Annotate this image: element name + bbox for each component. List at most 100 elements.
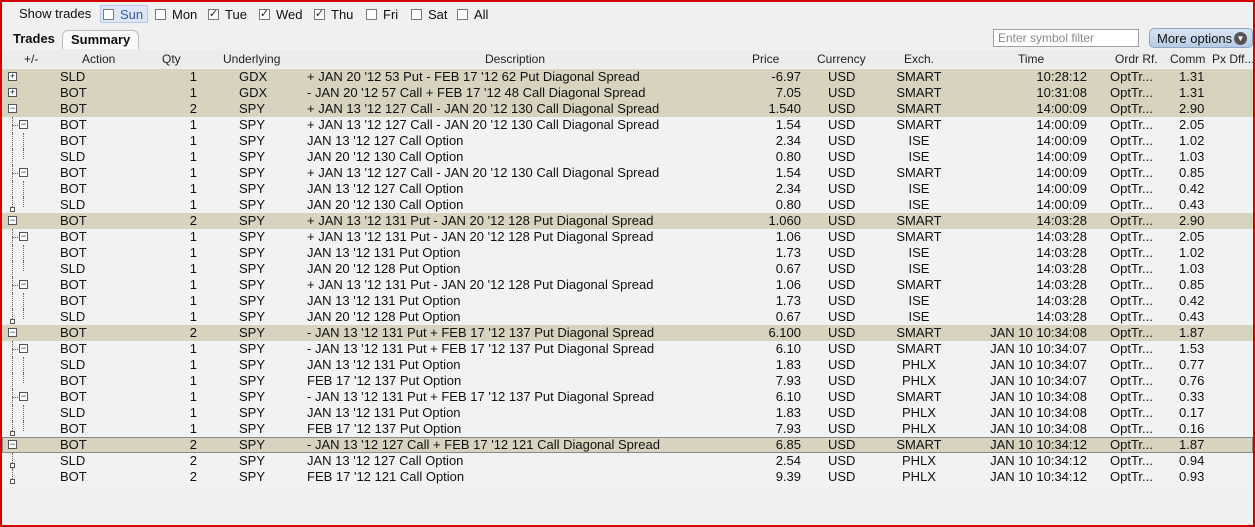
table-row[interactable]: SLD 1 SPY JAN 13 '12 131 Put Option 1.83 USD P…: [2, 405, 1253, 421]
checkbox-empty-icon[interactable]: [457, 8, 468, 20]
collapse-icon[interactable]: −: [8, 328, 17, 337]
cell-cur: USD: [828, 213, 856, 228]
table-row[interactable]: − BOT 1 SPY - JAN 13 '12 131 Put + FEB 17 '1…: [2, 389, 1253, 405]
day-checkbox-tue[interactable]: ✓ Tue: [208, 6, 247, 22]
cell-comm: 2.90: [1179, 101, 1205, 116]
cell-ordr: OptTr...: [1110, 453, 1153, 468]
cell-price: 0.80: [775, 197, 801, 212]
table-row[interactable]: BOT 1 SPY FEB 17 '12 137 Put Option 7.93 USD P…: [2, 421, 1253, 437]
column-header[interactable]: Currency: [817, 52, 866, 66]
table-row[interactable]: BOT 1 SPY JAN 13 '12 127 Call Option 2.34 USD…: [2, 133, 1253, 149]
column-header[interactable]: Description: [485, 52, 545, 66]
table-row[interactable]: − BOT 2 SPY - JAN 13 '12 127 Call + FEB 17 '…: [2, 437, 1253, 453]
cell-und: SPY: [239, 421, 266, 436]
day-checkbox-sat[interactable]: Sat: [411, 6, 448, 22]
checkbox-empty-icon[interactable]: [366, 8, 377, 20]
day-checkbox-mon[interactable]: Mon: [155, 6, 197, 22]
table-row[interactable]: + BOT 1 GDX - JAN 20 '12 57 Call + FEB 17 '1…: [2, 85, 1253, 101]
day-checkbox-sun[interactable]: Sun: [100, 5, 149, 23]
column-header[interactable]: Action: [82, 52, 115, 66]
cell-ordr: OptTr...: [1110, 293, 1153, 308]
cell-qty: 2: [189, 213, 197, 228]
day-checkbox-thu[interactable]: ✓ Thu: [314, 6, 353, 22]
table-row[interactable]: SLD 2 SPY JAN 13 '12 127 Call Option 2.54 USD…: [2, 453, 1253, 469]
cell-ordr: OptTr...: [1110, 389, 1153, 404]
collapse-icon[interactable]: −: [19, 168, 28, 177]
symbol-filter-input[interactable]: [993, 29, 1139, 47]
table-row[interactable]: − BOT 2 SPY + JAN 13 '12 127 Call - JAN 20 '…: [2, 101, 1253, 117]
column-header[interactable]: Price: [752, 52, 779, 66]
table-row[interactable]: − BOT 1 SPY + JAN 13 '12 131 Put - JAN 20 '1…: [2, 229, 1253, 245]
expand-icon[interactable]: +: [8, 72, 17, 81]
cell-comm: 0.94: [1179, 453, 1205, 468]
cell-ordr: OptTr...: [1110, 181, 1153, 196]
cell-qty: 1: [189, 357, 197, 372]
cell-exch: ISE: [908, 197, 930, 212]
collapse-icon[interactable]: −: [19, 344, 28, 353]
collapse-icon[interactable]: −: [8, 104, 17, 113]
table-row[interactable]: BOT 1 SPY FEB 17 '12 137 Put Option 7.93 USD P…: [2, 373, 1253, 389]
cell-action: BOT: [60, 341, 87, 356]
cell-price: 1.54: [775, 117, 801, 132]
checkmark-icon[interactable]: ✓: [314, 8, 325, 20]
table-row[interactable]: BOT 1 SPY JAN 13 '12 127 Call Option 2.34 USD…: [2, 181, 1253, 197]
collapse-icon[interactable]: −: [8, 216, 17, 225]
table-row[interactable]: BOT 1 SPY JAN 13 '12 131 Put Option 1.73 USD I…: [2, 245, 1253, 261]
table-row[interactable]: SLD 1 SPY JAN 20 '12 128 Put Option 0.67 USD I…: [2, 261, 1253, 277]
tab-summary[interactable]: Summary: [62, 30, 140, 49]
table-row[interactable]: SLD 1 SPY JAN 13 '12 131 Put Option 1.83 USD P…: [2, 357, 1253, 373]
cell-cur: USD: [828, 309, 856, 324]
table-row[interactable]: − BOT 1 SPY + JAN 13 '12 127 Call - JAN 20 '…: [2, 165, 1253, 181]
tab-trades[interactable]: Trades: [8, 30, 60, 48]
column-header[interactable]: Qty: [162, 52, 181, 66]
cell-exch: SMART: [896, 213, 942, 228]
tree-line: [23, 405, 24, 421]
checkmark-icon[interactable]: ✓: [208, 8, 219, 20]
table-row[interactable]: BOT 1 SPY JAN 13 '12 131 Put Option 1.73 USD I…: [2, 293, 1253, 309]
column-header[interactable]: Time: [1018, 52, 1044, 66]
table-row[interactable]: − BOT 2 SPY + JAN 13 '12 131 Put - JAN 20 '1…: [2, 213, 1253, 229]
collapse-icon[interactable]: −: [19, 280, 28, 289]
table-row[interactable]: − BOT 1 SPY + JAN 13 '12 127 Call - JAN 20 '…: [2, 117, 1253, 133]
table-row[interactable]: SLD 1 SPY JAN 20 '12 130 Call Option 0.80 USD…: [2, 149, 1253, 165]
column-header[interactable]: Exch.: [904, 52, 934, 66]
column-header[interactable]: Comm: [1170, 52, 1205, 66]
table-row[interactable]: BOT 2 SPY FEB 17 '12 121 Call Option 9.39 USD…: [2, 469, 1253, 485]
collapse-icon[interactable]: −: [19, 232, 28, 241]
day-checkbox-fri[interactable]: Fri: [366, 6, 398, 22]
checkmark-icon[interactable]: ✓: [259, 8, 270, 20]
checkbox-empty-icon[interactable]: [103, 8, 114, 20]
checkbox-empty-icon[interactable]: [411, 8, 422, 20]
table-row[interactable]: + SLD 1 GDX + JAN 20 '12 53 Put - FEB 17 '12…: [2, 69, 1253, 85]
table-row[interactable]: − BOT 2 SPY - JAN 13 '12 131 Put + FEB 17 '1…: [2, 325, 1253, 341]
table-row[interactable]: SLD 1 SPY JAN 20 '12 128 Put Option 0.67 USD I…: [2, 309, 1253, 325]
more-options-button[interactable]: More options ▼: [1149, 28, 1253, 48]
cell-ordr: OptTr...: [1110, 325, 1153, 340]
cell-desc: JAN 13 '12 131 Put Option: [307, 245, 461, 260]
cell-exch: SMART: [896, 277, 942, 292]
cell-comm: 1.31: [1179, 69, 1205, 84]
checkbox-empty-icon[interactable]: [155, 8, 166, 20]
table-row[interactable]: − BOT 1 SPY - JAN 13 '12 131 Put + FEB 17 '1…: [2, 341, 1253, 357]
cell-time: 14:00:09: [1036, 165, 1087, 180]
table-row[interactable]: SLD 1 SPY JAN 20 '12 130 Call Option 0.80 USD…: [2, 197, 1253, 213]
cell-cur: USD: [828, 389, 856, 404]
column-header[interactable]: +/-: [24, 52, 38, 66]
cell-exch: ISE: [908, 133, 930, 148]
collapse-icon[interactable]: −: [19, 392, 28, 401]
expand-icon[interactable]: +: [8, 88, 17, 97]
cell-desc: JAN 13 '12 131 Put Option: [307, 357, 461, 372]
table-row[interactable]: − BOT 1 SPY + JAN 13 '12 131 Put - JAN 20 '1…: [2, 277, 1253, 293]
cell-action: BOT: [60, 373, 87, 388]
column-header[interactable]: Underlying: [223, 52, 280, 66]
column-header[interactable]: Ordr Rf.: [1115, 52, 1158, 66]
column-header[interactable]: Px Dff...: [1212, 52, 1254, 66]
day-checkbox-all[interactable]: All: [457, 6, 488, 22]
tree-line: [23, 373, 24, 383]
tree-line: [12, 181, 13, 197]
cell-cur: USD: [828, 85, 856, 100]
collapse-icon[interactable]: −: [19, 120, 28, 129]
cell-time: JAN 10 10:34:08: [990, 405, 1087, 420]
collapse-icon[interactable]: −: [8, 440, 17, 449]
day-checkbox-wed[interactable]: ✓ Wed: [259, 6, 303, 22]
